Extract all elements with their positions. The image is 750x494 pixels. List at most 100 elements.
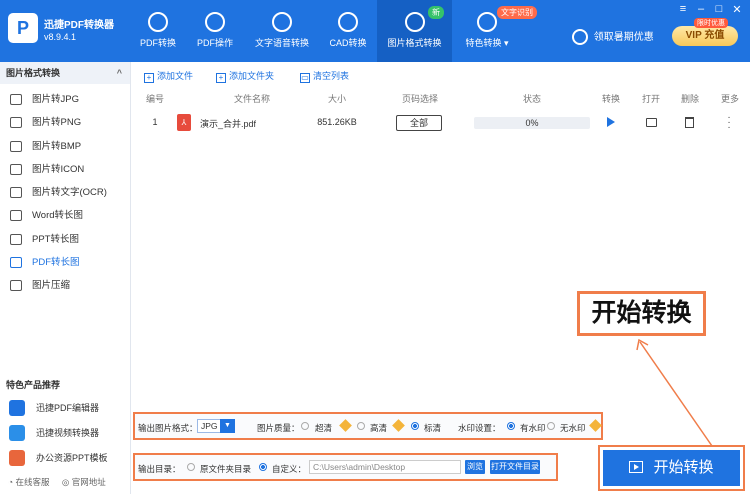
recommend-label: 办公资源PPT模板 (36, 453, 108, 463)
add-folder-label: 添加文件夹 (229, 71, 275, 81)
sidebar-item-ocr[interactable]: 图片转文字(OCR) (0, 181, 130, 204)
app-version: v8.9.4.1 (44, 32, 77, 42)
nav-text-voice[interactable]: 文字语音转换 (252, 0, 312, 62)
chevron-down-icon[interactable]: ▼ (220, 419, 235, 433)
output-radio-source[interactable] (187, 463, 195, 471)
cad-icon (338, 12, 358, 32)
headset-icon: ◔ (8, 477, 14, 487)
sidebar-item-icon[interactable]: 图片转ICON (0, 158, 130, 181)
format-label: 输出图片格式： (138, 423, 198, 433)
output-radio-custom[interactable] (259, 463, 267, 471)
sidebar-item-pdf-long[interactable]: PDF转长图 (0, 251, 130, 274)
nav-label: 文字语音转换 (254, 38, 309, 48)
globe-icon: ◎ (61, 477, 70, 487)
arrows-swap-icon (148, 12, 168, 32)
website-link[interactable]: ◎ 官网地址 (62, 476, 106, 488)
column-header: 编号 (145, 94, 164, 104)
file-table-header: 编号 文件名称 大小 页码选择 状态 转换 打开 删除 更多 (132, 92, 750, 108)
title-bar: P 迅捷PDF转换器 v8.9.4.1 PDF转换 PDF操作 文字语音转换 C… (0, 0, 750, 62)
recommend-title: 特色产品推荐 (6, 380, 61, 390)
sidebar-item-label: 图片转ICON (32, 163, 85, 175)
trash-icon[interactable] (685, 117, 694, 128)
quality-option-label: 高清 (370, 423, 388, 433)
sidebar-item-label: 图片压缩 (32, 280, 71, 292)
pdf-file-icon: ⅄ (177, 114, 191, 131)
sparkle-icon (477, 12, 497, 32)
audio-wave-icon (272, 12, 292, 32)
nav-label: PDF转换 (139, 38, 176, 48)
recharge-label: 充值 (704, 30, 725, 41)
sidebar-item-word-long[interactable]: Word转长图 (0, 204, 130, 227)
vip-diamond-icon (392, 419, 405, 432)
recommend-ppt-template[interactable]: 办公资源PPT模板 (0, 446, 131, 470)
ocr-badge: 文字识别 (497, 6, 537, 19)
page-range-button[interactable]: 全部 (396, 115, 442, 131)
minimize-icon[interactable]: – (694, 3, 708, 15)
watermark-radio-off[interactable] (547, 422, 555, 430)
image-icon (10, 94, 22, 105)
menu-icon[interactable]: ≡ (676, 3, 690, 15)
table-row[interactable]: 1 ⅄ 演示_合并.pdf 851.26KB 全部 0% · · · (132, 113, 750, 133)
clear-icon: ▭ (300, 73, 310, 83)
new-badge: 新 (428, 6, 444, 19)
nav-cad[interactable]: CAD转换 (326, 0, 370, 62)
plus-icon: + (144, 73, 154, 83)
progress-text: 0% (525, 118, 539, 128)
image-icon (10, 140, 22, 152)
sidebar-item-label: 图片转PNG (32, 117, 82, 129)
open-folder-button[interactable]: 打开文件目录 (490, 460, 540, 474)
recommend-video-converter[interactable]: 迅捷视频转换器 (0, 421, 131, 445)
watermark-radio-on[interactable] (507, 422, 515, 430)
limited-offer-tag: 限时优惠 (694, 18, 728, 28)
output-options-panel: 输出图片格式： JPG ▼ 图片质量： 超清 高清 标清 水印设置： 有水印 无… (133, 412, 603, 440)
close-icon[interactable]: ✕ (730, 3, 744, 16)
add-file-button[interactable]: + 添加文件 (144, 69, 193, 83)
sidebar-footer: ◔ 在线客服 ◎ 官网地址 (0, 476, 131, 488)
sidebar-item-label: 图片转文字(OCR) (32, 187, 107, 199)
watermark-option-label: 无水印 (560, 423, 586, 433)
more-vertical-icon[interactable]: · · · (726, 113, 732, 133)
start-convert-button[interactable]: 开始转换 (603, 450, 740, 486)
recommend-pdf-editor[interactable]: 迅捷PDF编辑器 (0, 396, 131, 420)
vip-offer-label: 领取暑期优惠 (593, 32, 654, 43)
image-icon (404, 12, 425, 32)
browse-button[interactable]: 浏览 (465, 460, 485, 474)
sidebar-item-ppt-long[interactable]: PPT转长图 (0, 228, 130, 251)
output-path-input[interactable]: C:\Users\admin\Desktop (309, 460, 461, 474)
play-icon[interactable] (607, 117, 615, 127)
vip-offer-link[interactable]: 领取暑期优惠 (572, 28, 654, 46)
video-converter-icon (9, 425, 25, 441)
pdf-editor-icon (9, 400, 25, 416)
image-icon (10, 257, 22, 269)
chevron-down-icon: ▾ (504, 38, 509, 48)
sidebar-item-compress[interactable]: 图片压缩 (0, 274, 130, 297)
folder-open-icon[interactable] (646, 118, 657, 127)
app-logo: P (8, 13, 38, 43)
start-convert-label: 开始转换 (653, 459, 714, 476)
sidebar-item-jpg[interactable]: 图片转JPG (0, 88, 130, 111)
nav-pdf-convert[interactable]: PDF转换 (138, 0, 178, 62)
sidebar-item-png[interactable]: 图片转PNG (0, 111, 130, 134)
nav-pdf-operate[interactable]: PDF操作 (195, 0, 235, 62)
vip-prefix: VIP (685, 30, 702, 41)
file-name: 演示_合并.pdf (200, 119, 257, 129)
nav-label: PDF操作 (196, 38, 233, 48)
sidebar-item-label: 图片转JPG (32, 94, 79, 105)
quality-radio-high[interactable] (357, 422, 365, 430)
output-directory-panel: 输出目录： 原文件夹目录 自定义： C:\Users\admin\Desktop… (133, 453, 558, 481)
sidebar-section-header[interactable]: 图片格式转换 ^ (0, 62, 130, 84)
clear-list-label: 清空列表 (313, 71, 350, 81)
sidebar-item-label: PPT转长图 (32, 233, 79, 245)
online-service-link[interactable]: ◔ 在线客服 (8, 476, 50, 488)
vip-diamond-icon (339, 419, 352, 432)
clear-list-button[interactable]: ▭ 清空列表 (300, 69, 349, 83)
plus-icon: + (216, 73, 226, 83)
footer-label: 官网地址 (71, 477, 106, 487)
quality-radio-ultra[interactable] (301, 422, 309, 430)
sidebar-item-bmp[interactable]: 图片转BMP (0, 135, 130, 158)
add-folder-button[interactable]: + 添加文件夹 (216, 69, 274, 83)
maximize-icon[interactable]: □ (712, 3, 726, 15)
quality-radio-standard[interactable] (411, 422, 419, 430)
sidebar-item-label: PDF转长图 (32, 257, 80, 269)
recharge-button[interactable]: VIP 充值 (672, 26, 738, 46)
